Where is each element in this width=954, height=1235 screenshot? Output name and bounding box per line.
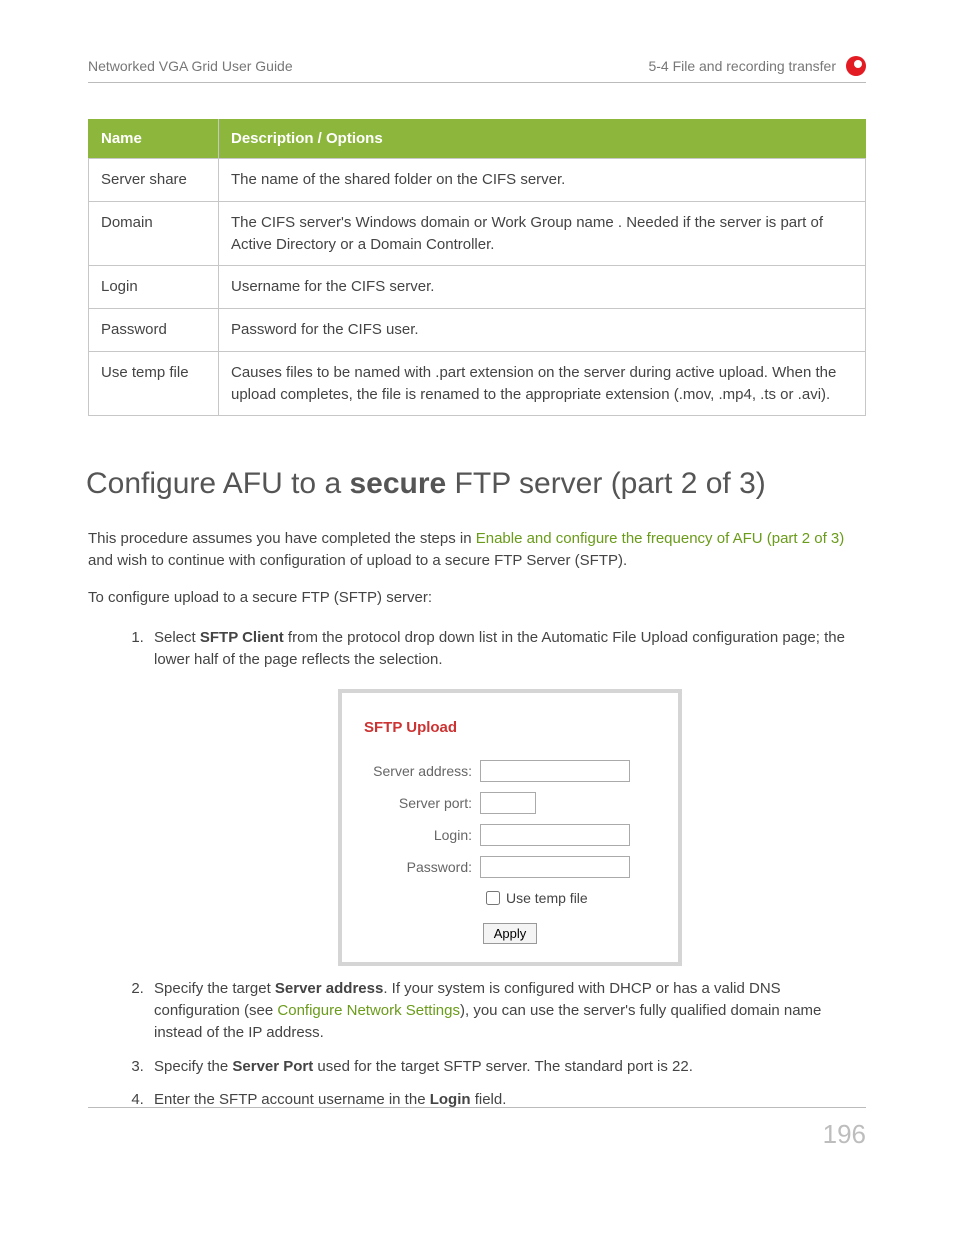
page-footer: 196	[88, 1107, 866, 1154]
step1-pre: Select	[154, 629, 200, 646]
cell-desc: The CIFS server's Windows domain or Work…	[219, 201, 866, 266]
intro-pre: This procedure assumes you have complete…	[88, 530, 476, 547]
table-row: Domain The CIFS server's Windows domain …	[89, 201, 866, 266]
col-desc: Description / Options	[219, 120, 866, 159]
label-use-temp: Use temp file	[506, 888, 588, 908]
input-login[interactable]	[480, 824, 630, 846]
step4-pre: Enter the SFTP account username in the	[154, 1091, 430, 1108]
input-server-address[interactable]	[480, 760, 630, 782]
label-login: Login:	[364, 825, 480, 845]
cell-name: Use temp file	[89, 351, 219, 416]
label-server-address: Server address:	[364, 761, 480, 781]
header-left: Networked VGA Grid User Guide	[88, 56, 293, 76]
page-header: Networked VGA Grid User Guide 5-4 File a…	[88, 56, 866, 76]
steps-list: Select SFTP Client from the protocol dro…	[88, 627, 866, 1111]
header-right: 5-4 File and recording transfer	[648, 56, 836, 76]
input-server-port[interactable]	[480, 792, 536, 814]
intro2: To configure upload to a secure FTP (SFT…	[88, 587, 866, 609]
table-header-row: Name Description / Options	[89, 120, 866, 159]
link-configure-network-settings[interactable]: Configure Network Settings	[277, 1002, 460, 1019]
row-password: Password:	[364, 856, 656, 878]
link-enable-configure-afu[interactable]: Enable and configure the frequency of AF…	[476, 530, 845, 547]
cell-name: Password	[89, 309, 219, 352]
cell-name: Server share	[89, 159, 219, 202]
intro-post: and wish to continue with configuration …	[88, 552, 627, 569]
brand-logo-icon	[846, 56, 866, 76]
cell-desc: Username for the CIFS server.	[219, 266, 866, 309]
step1-bold: SFTP Client	[200, 629, 284, 646]
sftp-upload-panel: SFTP Upload Server address: Server port:…	[338, 689, 682, 967]
step4-bold: Login	[430, 1091, 471, 1108]
page-number: 196	[823, 1119, 866, 1149]
cell-desc: Password for the CIFS user.	[219, 309, 866, 352]
table-row: Login Username for the CIFS server.	[89, 266, 866, 309]
row-login: Login:	[364, 824, 656, 846]
panel-title: SFTP Upload	[364, 717, 656, 739]
row-use-temp: Use temp file	[364, 888, 656, 908]
row-server-port: Server port:	[364, 792, 656, 814]
label-password: Password:	[364, 857, 480, 877]
step3-pre: Specify the	[154, 1058, 232, 1075]
row-server-address: Server address:	[364, 760, 656, 782]
step2-pre: Specify the target	[154, 980, 275, 997]
checkbox-use-temp-file[interactable]	[486, 891, 500, 905]
title-bold: secure	[349, 467, 446, 500]
apply-button[interactable]: Apply	[483, 923, 538, 944]
section-title: Configure AFU to a secure FTP server (pa…	[86, 462, 866, 506]
step2-bold: Server address	[275, 980, 383, 997]
step-3: Specify the Server Port used for the tar…	[148, 1056, 866, 1078]
step4-post: field.	[471, 1091, 507, 1108]
input-password[interactable]	[480, 856, 630, 878]
table-row: Server share The name of the shared fold…	[89, 159, 866, 202]
step3-bold: Server Port	[232, 1058, 313, 1075]
cell-name: Domain	[89, 201, 219, 266]
cell-desc: Causes files to be named with .part exte…	[219, 351, 866, 416]
cell-desc: The name of the shared folder on the CIF…	[219, 159, 866, 202]
step3-post: used for the target SFTP server. The sta…	[313, 1058, 693, 1075]
title-prefix: Configure AFU to a	[86, 467, 349, 500]
table-row: Password Password for the CIFS user.	[89, 309, 866, 352]
intro-paragraph: This procedure assumes you have complete…	[88, 528, 866, 572]
col-name: Name	[89, 120, 219, 159]
header-divider	[88, 82, 866, 83]
label-server-port: Server port:	[364, 793, 480, 813]
table-row: Use temp file Causes files to be named w…	[89, 351, 866, 416]
title-suffix: FTP server (part 2 of 3)	[446, 467, 766, 500]
step-2: Specify the target Server address. If yo…	[148, 978, 866, 1043]
step-1: Select SFTP Client from the protocol dro…	[148, 627, 866, 966]
cell-name: Login	[89, 266, 219, 309]
options-table: Name Description / Options Server share …	[88, 119, 866, 416]
